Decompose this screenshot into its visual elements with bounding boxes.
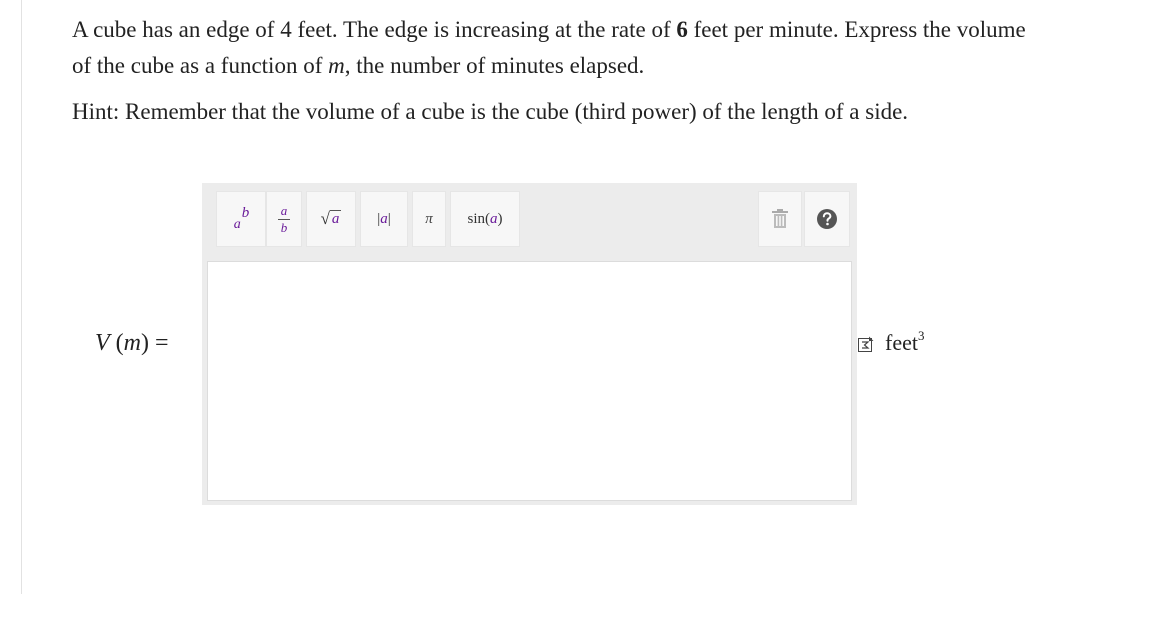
- sqrt-button[interactable]: √ a: [306, 191, 356, 247]
- fraction-button[interactable]: ab: [266, 191, 302, 247]
- math-editor: ab ab √ a | a | π sin (a): [202, 183, 857, 505]
- clear-button[interactable]: [758, 191, 802, 247]
- pi-button[interactable]: π: [412, 191, 446, 247]
- problem-statement: A cube has an edge of 4 feet. The edge i…: [72, 12, 1132, 130]
- answer-label: V (m) =: [95, 330, 169, 356]
- sigma-units-icon[interactable]: [858, 336, 874, 352]
- help-icon: [817, 209, 837, 229]
- left-divider: [21, 0, 22, 594]
- units-label: feet 3: [858, 328, 924, 356]
- answer-input[interactable]: [207, 261, 852, 501]
- hint-text: Hint: Remember that the volume of a cube…: [72, 99, 909, 124]
- variable-m: m: [328, 53, 345, 78]
- problem-text: A cube has an edge of 4 feet. The edge i…: [72, 17, 1026, 78]
- trash-icon: [772, 209, 788, 228]
- power-button[interactable]: ab: [216, 191, 266, 247]
- help-button[interactable]: [804, 191, 850, 247]
- sin-button[interactable]: sin (a): [450, 191, 520, 247]
- abs-button[interactable]: | a |: [360, 191, 408, 247]
- rate-value: 6: [676, 17, 688, 42]
- math-toolbar: ab ab √ a | a | π sin (a): [210, 191, 850, 247]
